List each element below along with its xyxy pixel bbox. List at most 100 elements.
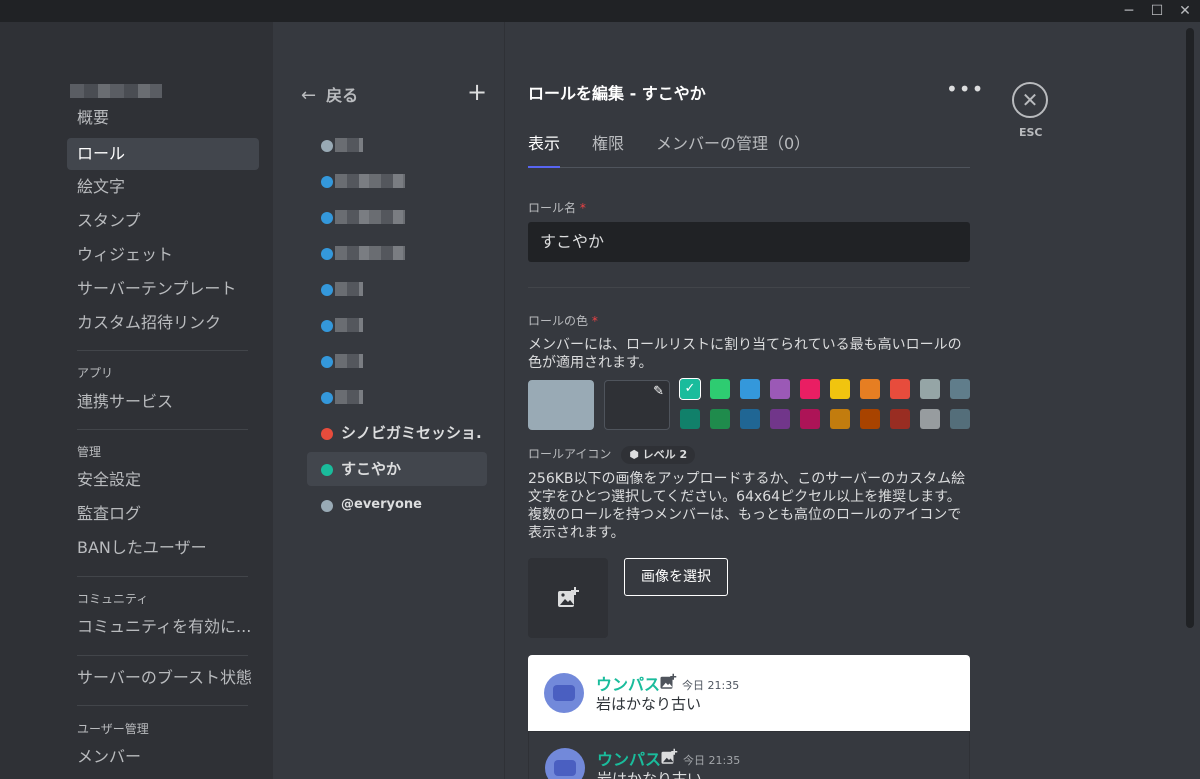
server-name-redacted <box>70 84 162 98</box>
sidebar-item-custom-invite[interactable]: カスタム招待リンク <box>67 307 259 339</box>
role-color-description: メンバーには、ロールリストに割り当てられている最も高いロールの色が適用されます。 <box>528 337 962 371</box>
preview-message: 岩はかなり古い <box>597 770 703 779</box>
role-name-redacted <box>335 138 363 152</box>
preview-message: 岩はかなり古い <box>596 695 702 713</box>
color-swatch[interactable]: ✓ <box>679 378 701 400</box>
role-name-redacted <box>335 246 405 260</box>
scrollbar[interactable] <box>1186 22 1196 779</box>
eyedropper-icon: ✎ <box>653 384 664 399</box>
preview-timestamp: 今日 21:35 <box>682 679 740 692</box>
sidebar-item-emoji[interactable]: 絵文字 <box>67 171 259 203</box>
role-name: @everyone <box>341 497 422 512</box>
role-color-label-text: ロールの色 <box>528 314 589 328</box>
color-swatch[interactable] <box>740 409 760 429</box>
color-swatch[interactable] <box>800 379 820 399</box>
color-swatch[interactable] <box>770 409 790 429</box>
sidebar-item-audit-log[interactable]: 監査ログ <box>67 498 259 530</box>
custom-color-picker[interactable]: ✎ <box>604 380 670 430</box>
close-window-button[interactable]: ✕ <box>1171 0 1199 22</box>
sidebar-item-widget[interactable]: ウィジェット <box>67 239 259 271</box>
color-swatch[interactable] <box>860 409 880 429</box>
role-list-item[interactable]: すこやか <box>307 452 487 486</box>
role-list-item[interactable]: @everyone <box>307 488 487 522</box>
maximize-button[interactable]: ☐ <box>1143 0 1171 22</box>
color-swatch[interactable] <box>800 409 820 429</box>
color-swatch[interactable] <box>920 409 940 429</box>
preview-username: ウンパス <box>597 750 662 769</box>
tab-display[interactable]: 表示 <box>528 130 560 154</box>
sidebar-divider <box>77 429 248 430</box>
scrollbar-thumb[interactable] <box>1186 28 1194 628</box>
color-swatch[interactable] <box>770 379 790 399</box>
color-swatch[interactable] <box>680 409 700 429</box>
sidebar-heading-community: コミュニティ <box>77 592 149 606</box>
close-settings-button[interactable]: ✕ <box>1012 82 1048 118</box>
role-list-item[interactable] <box>307 128 487 162</box>
color-swatch[interactable] <box>950 409 970 429</box>
sidebar-item-bans[interactable]: BANしたユーザー <box>67 532 259 564</box>
role-color-dot <box>321 320 333 332</box>
minimize-button[interactable]: ─ <box>1115 0 1143 22</box>
tab-manage-members[interactable]: メンバーの管理（0） <box>656 130 810 154</box>
color-swatch[interactable] <box>830 379 850 399</box>
esc-label: ESC <box>1019 126 1043 139</box>
role-color-dot <box>321 176 333 188</box>
role-icon-label-text: ロールアイコン <box>528 447 612 461</box>
avatar <box>545 748 585 779</box>
sidebar-item-overview[interactable]: 概要 <box>67 102 259 134</box>
sidebar-item-enable-community[interactable]: コミュニティを有効に... <box>67 611 259 643</box>
role-color-dot <box>321 392 333 404</box>
color-swatch[interactable] <box>890 409 910 429</box>
required-mark: * <box>579 201 586 215</box>
sidebar-item-safety[interactable]: 安全設定 <box>67 464 259 496</box>
preview-dark-theme: ウンパス 今日 21:35 岩はかなり古い <box>528 731 970 779</box>
sidebar-item-stickers[interactable]: スタンプ <box>67 205 259 237</box>
role-icon-description: 256KB以下の画像をアップロードするか、このサーバーのカスタム絵文字をひとつ選… <box>528 471 966 541</box>
role-name-redacted <box>335 282 363 296</box>
preview-light-theme: ウンパス 今日 21:35 岩はかなり古い <box>528 655 970 731</box>
choose-image-button[interactable]: 画像を選択 <box>624 558 728 596</box>
default-color-swatch[interactable] <box>528 380 594 430</box>
boost-level-badge: ⬢ レベル 2 <box>621 446 696 464</box>
preview-username: ウンパス <box>596 675 661 694</box>
role-list-item[interactable] <box>307 164 487 198</box>
role-list-item[interactable] <box>307 272 487 306</box>
editor-tabs: 表示 権限 メンバーの管理（0） <box>528 128 970 168</box>
image-add-icon <box>558 587 579 607</box>
required-mark: * <box>591 314 598 328</box>
color-swatch[interactable] <box>830 409 850 429</box>
role-list-item[interactable] <box>307 236 487 270</box>
sidebar-item-integrations[interactable]: 連携サービス <box>67 386 259 418</box>
role-list-item[interactable] <box>307 200 487 234</box>
back-button[interactable]: ← 戻る <box>301 82 358 106</box>
role-color-dot <box>321 464 333 476</box>
sidebar-item-members[interactable]: メンバー <box>67 741 259 773</box>
color-swatch[interactable] <box>740 379 760 399</box>
sidebar-item-boost-status[interactable]: サーバーのブースト状態 <box>67 662 259 694</box>
color-swatch[interactable] <box>890 379 910 399</box>
avatar <box>544 673 584 713</box>
role-list-item[interactable]: シノビガミセッショ... <box>307 416 487 450</box>
color-swatch[interactable] <box>920 379 940 399</box>
more-options-button[interactable]: ••• <box>946 77 984 101</box>
add-role-button[interactable]: + <box>467 78 487 106</box>
role-icon-label: ロールアイコン ⬢ レベル 2 <box>528 445 696 464</box>
color-swatch[interactable] <box>710 409 730 429</box>
color-swatch[interactable] <box>860 379 880 399</box>
role-list-item[interactable] <box>307 380 487 414</box>
sidebar-item-server-template[interactable]: サーバーテンプレート <box>67 273 259 305</box>
role-color-dot <box>321 500 333 512</box>
role-list-item[interactable] <box>307 344 487 378</box>
role-list-item[interactable] <box>307 308 487 342</box>
role-name-input[interactable]: すこやか <box>528 222 970 262</box>
role-color-dot <box>321 356 333 368</box>
tab-permissions[interactable]: 権限 <box>592 130 624 154</box>
color-swatch[interactable] <box>710 379 730 399</box>
role-icon-upload[interactable] <box>528 558 608 638</box>
role-color-dot <box>321 284 333 296</box>
sidebar-item-roles[interactable]: ロール <box>67 138 259 170</box>
sidebar-heading-user-management: ユーザー管理 <box>77 722 149 736</box>
sidebar-divider <box>77 655 248 656</box>
color-swatch[interactable] <box>950 379 970 399</box>
role-name: すこやか <box>341 460 402 478</box>
